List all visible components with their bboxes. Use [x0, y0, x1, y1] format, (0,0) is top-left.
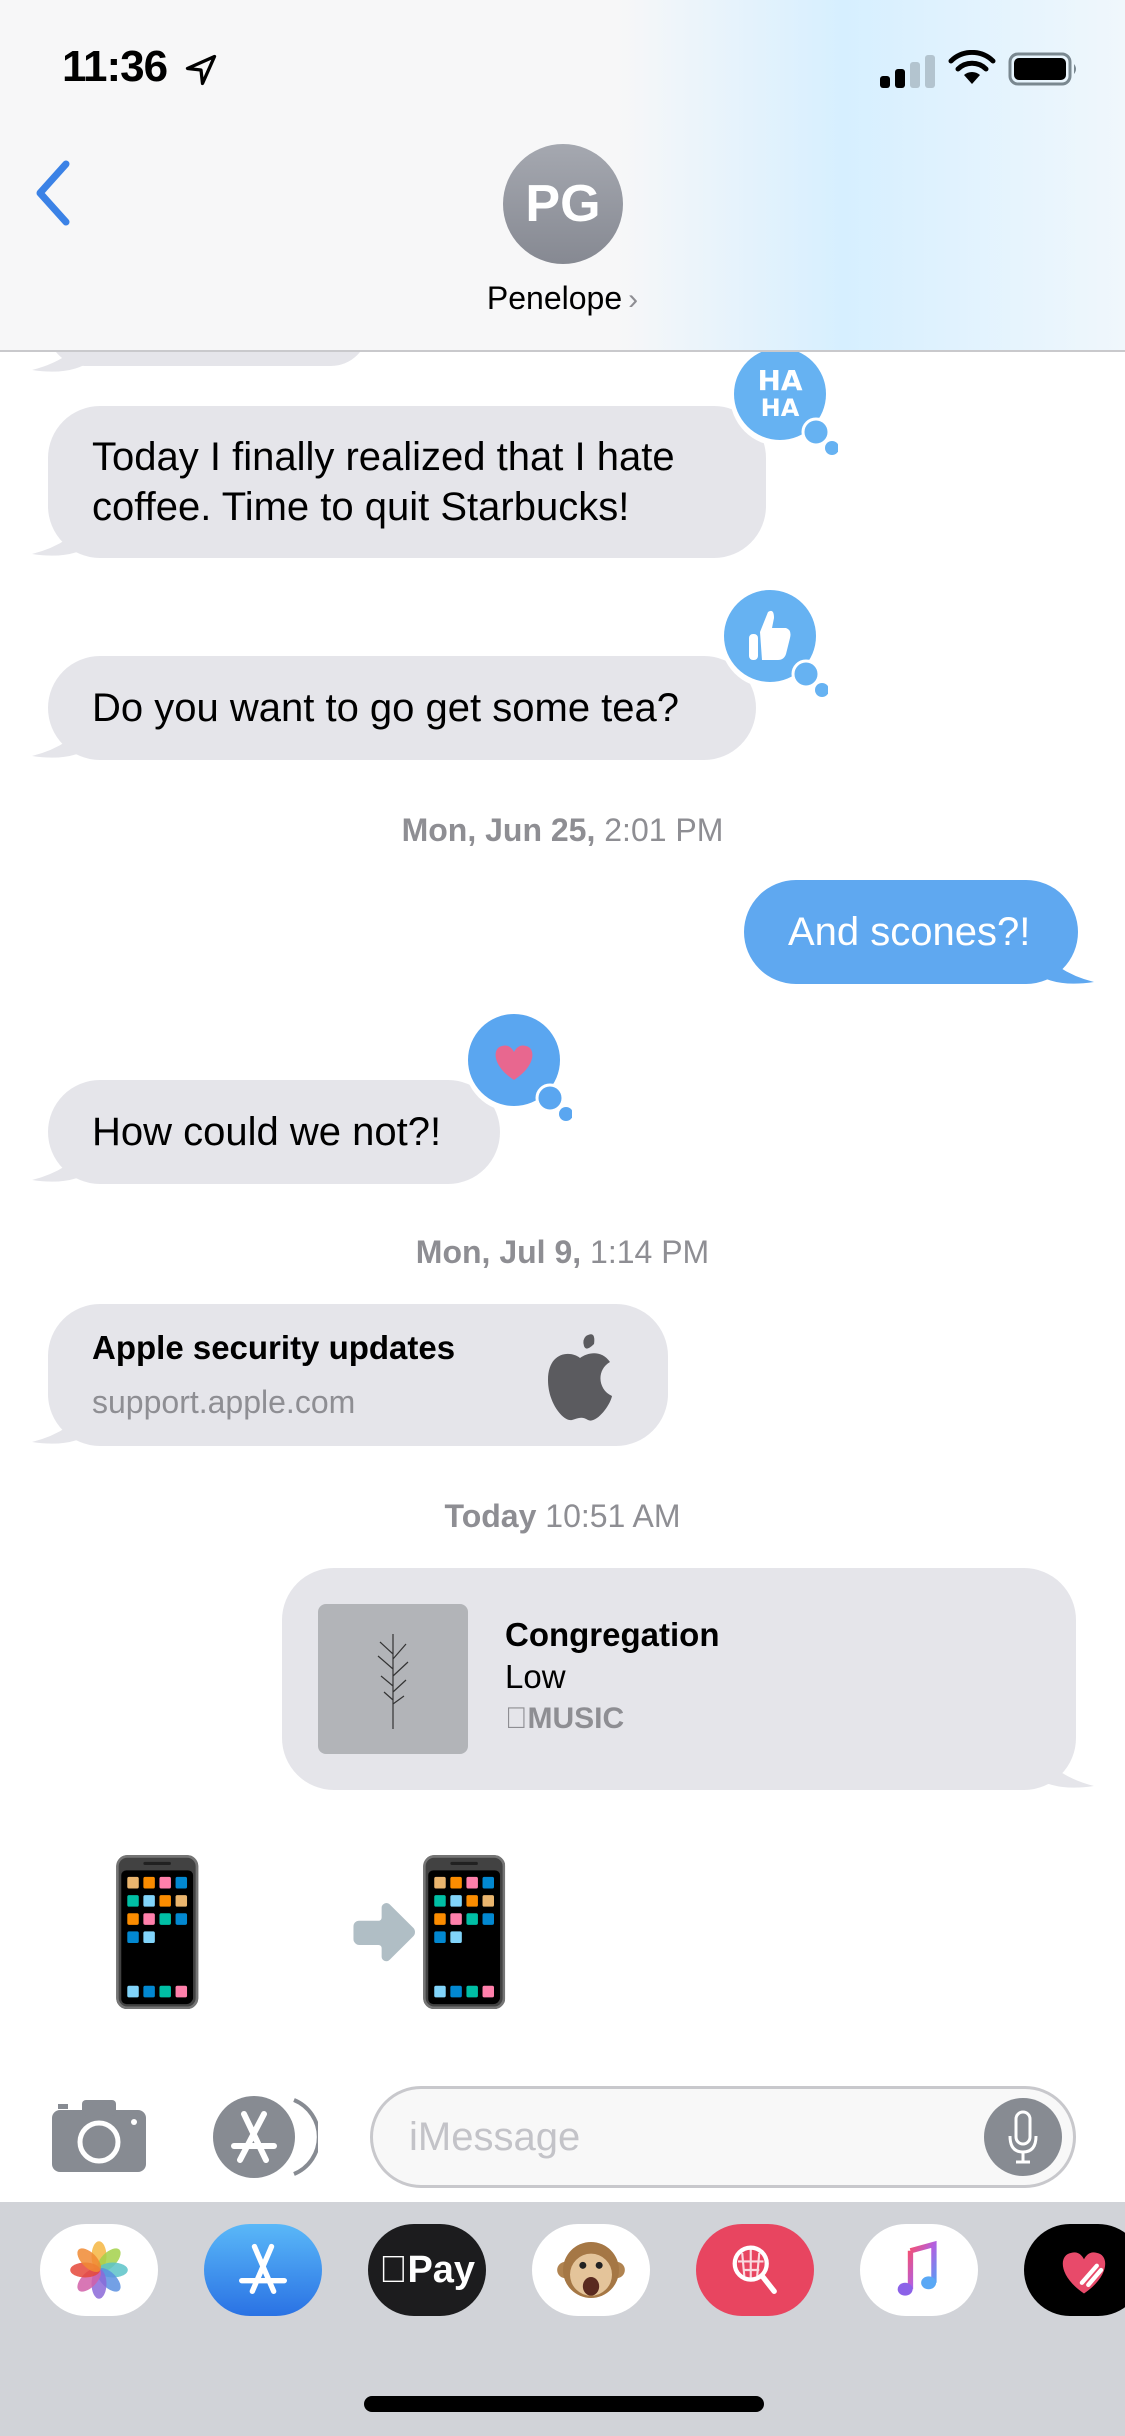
- monkey-animoji-icon: [557, 2242, 625, 2298]
- message-bubble-incoming[interactable]: Today I finally realized that I hate cof…: [48, 406, 766, 558]
- bubble-tail: [32, 716, 92, 758]
- timestamp: Today 10:51 AM: [444, 1498, 681, 1534]
- bubble-tail: [32, 1402, 92, 1444]
- thumbs-up-tapback-icon[interactable]: [718, 588, 828, 698]
- song-artist: Low: [505, 1658, 566, 1695]
- app-digital-touch[interactable]: [1024, 2224, 1125, 2316]
- digital-touch-heart-icon: [1062, 2252, 1106, 2294]
- app-store-icon: [239, 2243, 287, 2294]
- tree-artwork-icon: [377, 1634, 409, 1729]
- bubble-tail: [1034, 1746, 1094, 1788]
- message-text-line: Today I finally realized that I hate: [92, 435, 675, 479]
- link-url: support.apple.com: [92, 1384, 356, 1420]
- song-title: Congregation: [505, 1616, 720, 1653]
- microphone-icon: [1008, 2110, 1038, 2164]
- apple-logo-icon: : [505, 1702, 528, 1735]
- app-store-icon[interactable]: [208, 2094, 318, 2180]
- wifi-icon: [948, 50, 996, 84]
- app-music[interactable]: [860, 2224, 978, 2316]
- timestamp: Mon, Jun 25, 2:01 PM: [401, 812, 724, 848]
- message-text: And scones?!: [788, 910, 1031, 954]
- app-app-store[interactable]: [204, 2224, 322, 2316]
- emoji-message[interactable]: 📱 📲: [70, 1852, 548, 2012]
- apple-pay-label: Pay: [393, 2248, 475, 2291]
- album-artwork[interactable]: [318, 1604, 468, 1754]
- app-images-search[interactable]: [696, 2224, 814, 2316]
- imessage-input[interactable]: iMessage: [370, 2086, 1076, 2188]
- bubble-tail: [32, 514, 92, 556]
- location-arrow-icon: [185, 54, 217, 86]
- app-photos[interactable]: [40, 2224, 158, 2316]
- message-bubble-outgoing[interactable]: And scones?!: [744, 880, 1078, 984]
- camera-icon[interactable]: [50, 2098, 148, 2174]
- microphone-button[interactable]: [984, 2098, 1062, 2176]
- bubble-tail: [32, 1140, 92, 1182]
- app-apple-pay[interactable]: Pay: [368, 2224, 486, 2316]
- heart-tapback-icon[interactable]: [462, 1012, 572, 1122]
- apple-music-label: MUSIC: [505, 1702, 624, 1735]
- web-image-search-icon: [732, 2245, 777, 2294]
- signal-strength-icon: [880, 54, 936, 88]
- conversation-header: 11:36 PG Penelope ›: [0, 0, 1125, 352]
- contact-avatar[interactable]: PG: [503, 144, 623, 264]
- message-text-line: coffee. Time to quit Starbucks!: [92, 485, 630, 529]
- message-bubble-partial[interactable]: [48, 352, 368, 366]
- contact-name-button[interactable]: Penelope ›: [0, 280, 1125, 317]
- tapback-text: HA: [761, 394, 800, 422]
- link-title: Apple security updates: [92, 1329, 456, 1366]
- bubble-tail: [1034, 942, 1094, 984]
- timestamp: Mon, Jul 9, 1:14 PM: [415, 1234, 710, 1270]
- haha-tapback-icon[interactable]: HA HA: [728, 352, 838, 456]
- message-bubble-incoming[interactable]: How could we not?!: [48, 1080, 500, 1184]
- apple-pay-icon: : [379, 2249, 408, 2292]
- bubble-tail: [32, 352, 92, 372]
- message-transcript[interactable]: Today I finally realized that I hate cof…: [0, 352, 1125, 2052]
- status-time: 11:36: [62, 42, 168, 91]
- message-text: How could we not?!: [92, 1110, 442, 1154]
- battery-icon: [1008, 52, 1076, 86]
- message-text: Do you want to go get some tea?: [92, 686, 680, 730]
- message-bubble-incoming[interactable]: Do you want to go get some tea?: [48, 656, 756, 760]
- contact-name: Penelope: [486, 280, 623, 316]
- photos-icon: [70, 2241, 128, 2299]
- back-chevron-icon[interactable]: [30, 158, 80, 228]
- music-note-icon: [897, 2240, 937, 2296]
- tapback-text: HA: [757, 364, 802, 397]
- apple-logo-icon: [548, 1334, 612, 1421]
- app-animoji[interactable]: [532, 2224, 650, 2316]
- home-indicator[interactable]: [364, 2396, 764, 2412]
- chevron-right-icon: ›: [628, 283, 639, 316]
